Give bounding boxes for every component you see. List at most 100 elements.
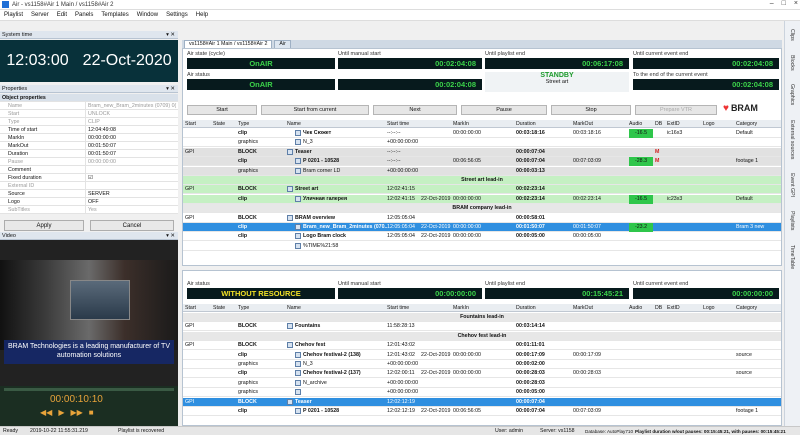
property-value[interactable]: UNLOCK [86, 110, 178, 117]
property-row[interactable]: Duration 00:01:50:07 [0, 150, 178, 158]
column-header-state[interactable]: State [213, 120, 225, 128]
column-header-db[interactable]: DB [655, 304, 662, 312]
column-header-audio[interactable]: Audio [629, 120, 642, 128]
right-tab-playlists[interactable]: Playlists [789, 211, 795, 230]
menu-item-window[interactable]: Window [137, 12, 158, 18]
playlist-row[interactable]: graphics +00:00:00:00 00:00:05:00 [183, 388, 781, 398]
column-header-name[interactable]: Name [287, 304, 301, 312]
cancel-button[interactable]: Cancel [90, 220, 174, 231]
property-row[interactable]: Time of start 12:04:49:08 [0, 126, 178, 134]
property-value[interactable]: 00:00:00:00 [86, 134, 178, 141]
control-next-button[interactable]: Next [373, 105, 457, 115]
menu-item-panels[interactable]: Panels [75, 12, 93, 18]
property-value[interactable]: 00:01:50:07 [86, 150, 178, 157]
menu-item-settings[interactable]: Settings [166, 12, 188, 18]
property-row[interactable]: MarkOut 00:01:50:07 [0, 142, 178, 150]
column-header-start time[interactable]: Start time [387, 304, 409, 312]
column-header-extid[interactable]: ExtID [667, 120, 680, 128]
playlist-row[interactable]: GPI BLOCK Teaser 12:02:12:19 00:00:07:04 [183, 397, 781, 407]
playlist-row[interactable]: GPI BLOCK Chehov fest 12:01:43:02 00:01:11:0… [183, 341, 781, 351]
playlist-row[interactable]: Street art lead-in [183, 176, 781, 185]
control-start-from-current-button[interactable]: Start from current [261, 105, 369, 115]
playlist-row[interactable]: GPI BLOCK Street art 12:02:41:15 00:02:23:14 [183, 185, 781, 195]
play-icon[interactable]: ▶ [58, 408, 64, 417]
column-header-markout[interactable]: MarkOut [573, 304, 593, 312]
column-header-duration[interactable]: Duration [516, 304, 536, 312]
tab-air-main[interactable]: vs1158#Air 1 Main / vs1158#Air 2 [184, 40, 273, 48]
control-prepare-vtr-button[interactable]: Prepare VTR [635, 105, 717, 115]
right-tab-graphics[interactable]: Graphics [789, 84, 795, 105]
pin-icon[interactable]: ▾ ✕ [166, 86, 175, 92]
property-value[interactable]: 12:04:49:08 [86, 126, 178, 133]
property-value[interactable]: Yes [86, 206, 178, 213]
playlist-row[interactable]: Chehov fest lead-in [183, 331, 781, 341]
playlist-row[interactable]: clip P 0201 - 10528 --:--:-- 00:06:56:05 00:… [183, 157, 781, 167]
column-header-category[interactable]: Category [736, 304, 757, 312]
playlist-row[interactable]: graphics N_3 +00:00:00:00 [183, 138, 781, 148]
column-header-type[interactable]: Type [238, 120, 249, 128]
column-header-logo[interactable]: Logo [703, 120, 715, 128]
column-header-duration[interactable]: Duration [516, 120, 536, 128]
property-row[interactable]: Start UNLOCK [0, 110, 178, 118]
playlist-row[interactable]: graphics N_archive +00:00:00:00 00:00:28:03 [183, 379, 781, 388]
column-header-start[interactable]: Start [185, 304, 196, 312]
menu-item-help[interactable]: Help [196, 12, 208, 18]
rewind-icon[interactable]: ◀◀ [40, 408, 52, 417]
control-stop-button[interactable]: Stop [551, 105, 631, 115]
property-row[interactable]: Fixed duration ☑ [0, 174, 178, 182]
property-value[interactable]: ☑ [86, 174, 178, 181]
playlist-row[interactable]: clip Уличная галерея 12:02:41:15 22-Oct-201… [183, 194, 781, 204]
property-row[interactable]: Comment [0, 166, 178, 174]
property-row[interactable]: Logo OFF [0, 198, 178, 206]
right-tab-external-sources[interactable]: External sources [789, 120, 795, 159]
property-row[interactable]: External ID [0, 182, 178, 190]
menu-item-server[interactable]: Server [31, 12, 49, 18]
column-header-logo[interactable]: Logo [703, 304, 715, 312]
playlist-row[interactable]: GPI BLOCK Fountains 11:58:28:13 00:03:14:14 [183, 322, 781, 332]
menu-item-edit[interactable]: Edit [57, 12, 67, 18]
property-row[interactable]: SubTitles Yes [0, 206, 178, 214]
playlist-row[interactable]: clip Chehov festival-2 (137) 12:02:00:11 22… [183, 369, 781, 379]
column-header-db[interactable]: DB [655, 120, 662, 128]
property-row[interactable]: Source SERVER [0, 190, 178, 198]
pin-icon[interactable]: ▾ ✕ [166, 233, 175, 239]
column-header-name[interactable]: Name [287, 120, 301, 128]
property-value[interactable] [86, 166, 178, 173]
playlist-row[interactable]: clip Чек Сюжет --:--:-- 00:00:00:00 00:03:18… [183, 129, 781, 138]
forward-icon[interactable]: ▶▶ [70, 408, 82, 417]
column-header-markout[interactable]: MarkOut [573, 120, 593, 128]
column-header-start time[interactable]: Start time [387, 120, 409, 128]
property-row[interactable]: Pause 00:00:00:00 [0, 158, 178, 166]
menu-item-templates[interactable]: Templates [101, 12, 128, 18]
stop-icon[interactable]: ■ [89, 408, 94, 417]
playlist-row[interactable]: clip Chehov festival-2 (138) 12:01:43:02 22… [183, 351, 781, 360]
playlist-row[interactable]: clip P 0201 - 10528 12:02:12:19 22-Oct-2019… [183, 407, 781, 416]
property-value[interactable]: CLIP [86, 118, 178, 125]
menu-item-playlist[interactable]: Playlist [4, 12, 23, 18]
column-header-audio[interactable]: Audio [629, 304, 642, 312]
right-tab-blocks[interactable]: Blocks [789, 55, 795, 71]
property-value[interactable] [86, 182, 178, 189]
minimize-icon[interactable]: – [770, 0, 774, 7]
right-tab-clips[interactable]: Clips [789, 29, 795, 41]
property-row[interactable]: MarkIn 00:00:00:00 [0, 134, 178, 142]
control-pause-button[interactable]: Pause [461, 105, 547, 115]
playlist-row[interactable]: GPI BLOCK Teaser --:--:-- 00:00:07:04 M [183, 147, 781, 157]
playlist-row[interactable]: clip Bram_new_Bram_2minutes (070... 12:05:… [183, 223, 781, 232]
tab-air[interactable]: Air [274, 40, 291, 48]
playlist-row[interactable]: graphics N_3 +00:00:00:00 00:00:02:00 [183, 360, 781, 369]
seek-bar[interactable] [4, 388, 174, 391]
control-start-button[interactable]: Start [187, 105, 257, 115]
property-value[interactable]: 00:00:00:00 [86, 158, 178, 165]
column-header-start[interactable]: Start [185, 120, 196, 128]
column-header-extid[interactable]: ExtID [667, 304, 680, 312]
property-value[interactable]: 00:01:50:07 [86, 142, 178, 149]
column-header-markin[interactable]: MarkIn [453, 120, 469, 128]
apply-button[interactable]: Apply [4, 220, 84, 231]
column-header-markin[interactable]: MarkIn [453, 304, 469, 312]
playlist-row[interactable]: BRAM company lead-in [183, 204, 781, 214]
pin-icon[interactable]: ▾ ✕ [166, 32, 175, 38]
playlist-row[interactable]: Fountains lead-in [183, 313, 781, 322]
column-header-state[interactable]: State [213, 304, 225, 312]
playlist-row[interactable]: GPI BLOCK BRAM overview 12:05:05:04 00:00:58… [183, 214, 781, 223]
